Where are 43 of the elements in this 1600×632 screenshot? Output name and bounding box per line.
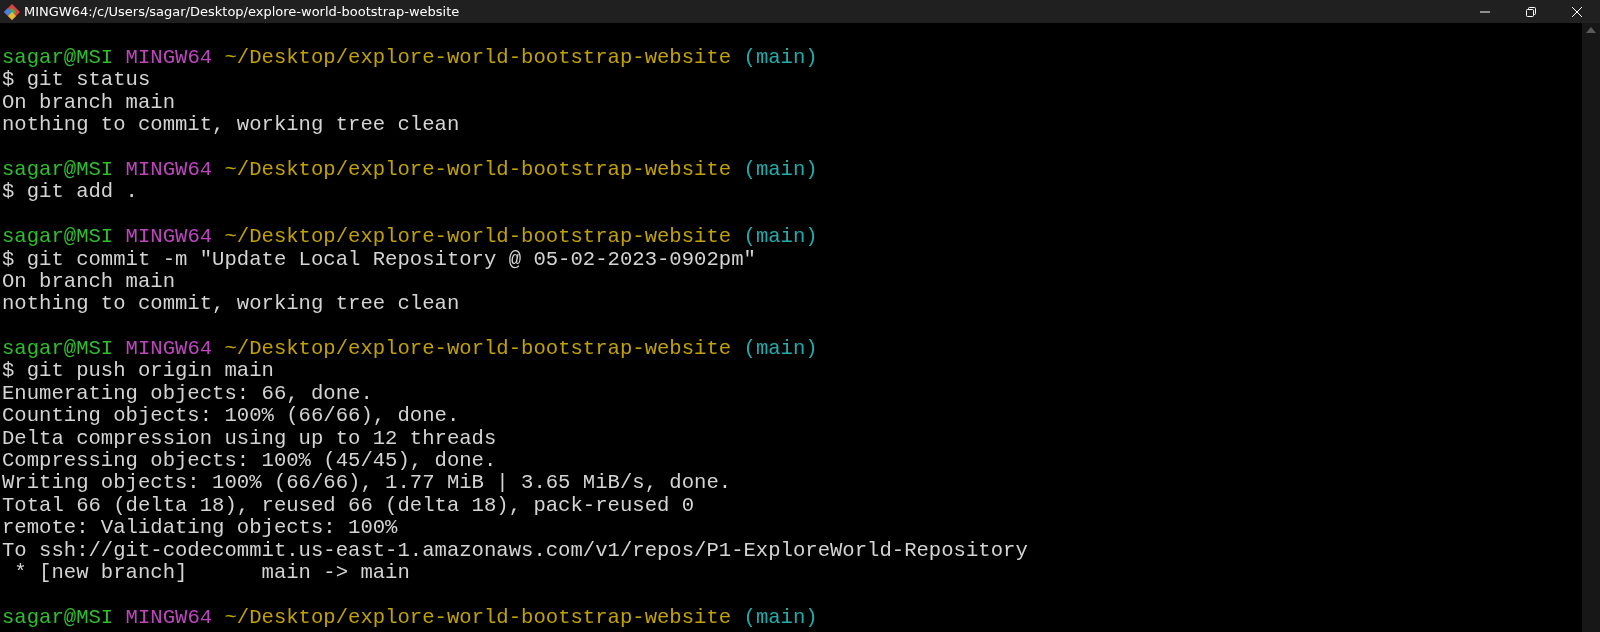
terminal-line: Enumerating objects: 66, done.: [2, 381, 373, 405]
prompt-user: sagar@MSI: [2, 225, 114, 249]
prompt-branch: (main): [743, 225, 818, 249]
terminal-line: $ git add .: [2, 180, 138, 204]
app-icon: [4, 3, 20, 20]
terminal-line: $ git commit -m "Update Local Repository @ 05-02-2023-0902pm": [2, 247, 756, 271]
prompt-user: sagar@MSI: [2, 46, 114, 69]
terminal-line: Writing objects: 100% (66/66), 1.77 MiB | 3.65 MiB/s, done.: [2, 471, 732, 495]
prompt-user: sagar@MSI: [2, 337, 114, 361]
terminal-line: remote: Validating objects: 100%: [2, 516, 398, 540]
terminal-line: Total 66 (delta 18), reused 66 (delta 18), pack-reused 0: [2, 493, 695, 517]
terminal-line: On branch main: [2, 90, 176, 114]
terminal-line: $ git status: [2, 68, 151, 92]
prompt-branch: (main): [743, 46, 818, 69]
terminal-line: Counting objects: 100% (66/66), done.: [2, 404, 460, 428]
prompt-path: ~/Desktop/explore-world-bootstrap-website: [224, 157, 732, 181]
prompt-path: ~/Desktop/explore-world-bootstrap-website: [224, 46, 732, 69]
prompt-user: sagar@MSI: [2, 157, 114, 181]
restore-icon: [1525, 5, 1537, 18]
prompt-path: ~/Desktop/explore-world-bootstrap-website: [224, 225, 732, 249]
terminal-line: To ssh://git-codecommit.us-east-1.amazonaws.com/v1/repos/P1-ExploreWorld-Repository: [2, 538, 1028, 562]
terminal-line: nothing to commit, working tree clean: [2, 292, 460, 316]
prompt-branch: (main): [743, 337, 818, 361]
prompt-system: MINGW64: [125, 337, 213, 361]
terminal-line: $ git push origin main: [2, 359, 274, 383]
prompt-branch: (main): [743, 157, 818, 181]
scroll-up-icon[interactable]: [1586, 27, 1596, 33]
scrollbar[interactable]: [1582, 23, 1600, 632]
close-icon: [1571, 5, 1583, 18]
window-title: MINGW64:/c/Users/sagar/Desktop/explore-world-bootstrap-website: [24, 2, 460, 21]
prompt-branch: (main): [743, 605, 818, 629]
prompt-user: sagar@MSI: [2, 605, 114, 629]
terminal-line: Delta compression using up to 12 threads: [2, 426, 497, 450]
prompt-system: MINGW64: [125, 157, 213, 181]
prompt-path: ~/Desktop/explore-world-bootstrap-website: [224, 337, 732, 361]
prompt-system: MINGW64: [125, 225, 213, 249]
terminal-line: On branch main: [2, 269, 176, 293]
terminal-line: nothing to commit, working tree clean: [2, 113, 460, 137]
prompt-system: MINGW64: [125, 46, 213, 69]
prompt-system: MINGW64: [125, 605, 213, 629]
terminal-line: Compressing objects: 100% (45/45), done.: [2, 449, 497, 473]
prompt-path: ~/Desktop/explore-world-bootstrap-website: [224, 605, 732, 629]
terminal-line: * [new branch] main -> main: [13, 561, 410, 584]
